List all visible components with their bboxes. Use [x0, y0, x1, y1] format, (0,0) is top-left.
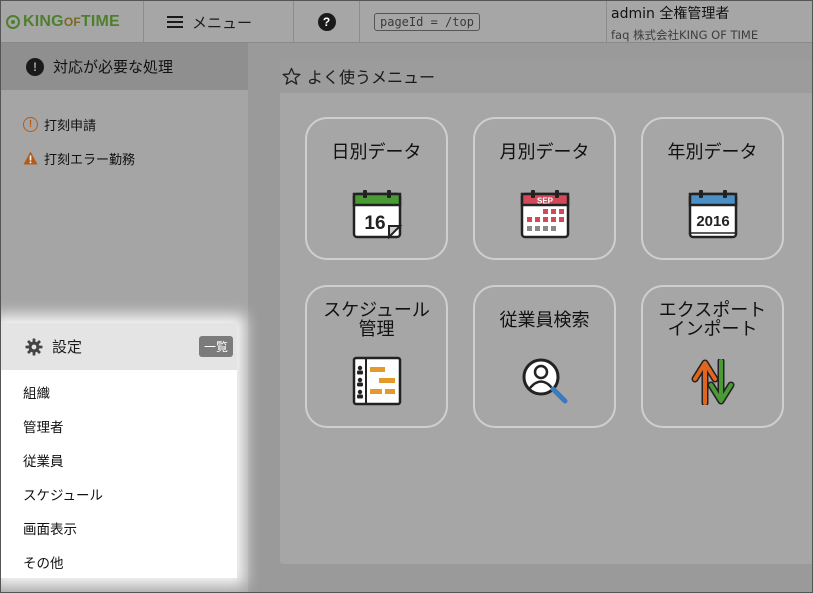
settings-item-other[interactable]: その他	[1, 545, 237, 579]
schedule-icon	[352, 356, 401, 406]
main-content: よく使うメニュー 日別データ 16 月別データ SEP 年別データ 2016 ス…	[280, 59, 812, 564]
section-header: よく使うメニュー	[280, 59, 812, 93]
calendar-year-icon: 2016	[688, 190, 737, 239]
settings-item-display[interactable]: 画面表示	[1, 511, 237, 545]
page-id-area: pageId = /top	[360, 1, 607, 43]
tile-label-line2: インポート	[667, 319, 758, 340]
svg-text:16: 16	[364, 213, 385, 234]
gear-icon	[25, 338, 43, 355]
notice-list: ! 打刻申請 打刻エラー勤務	[1, 107, 248, 175]
settings-item-employee[interactable]: 従業員	[1, 443, 237, 477]
tile-label: スケジュール 管理	[307, 301, 446, 339]
tile-monthly-data[interactable]: 月別データ SEP	[473, 117, 616, 260]
settings-header: 設定 一覧	[1, 323, 237, 370]
warning-triangle-icon	[23, 151, 38, 165]
user-name: admin 全権管理者	[611, 6, 730, 22]
tile-label: 従業員検索	[499, 310, 590, 331]
settings-title: 設定	[52, 338, 83, 356]
tile-label: エクスポート インポート	[643, 301, 782, 339]
tile-label: 年別データ	[667, 142, 758, 163]
app-window: KINGOFTIME メニュー ? pageId = /top admin 全権…	[0, 0, 813, 593]
user-company: faq 株式会社KING OF TIME	[611, 28, 759, 42]
sidebar: ! 対応が必要な処理 ! 打刻申請 打刻エラー勤務 設定 一覧 組織 管理者 従…	[1, 43, 248, 592]
svg-text:SEP: SEP	[536, 197, 553, 206]
tile-schedule-management[interactable]: スケジュール 管理	[305, 285, 448, 428]
tile-label-line1: エクスポート	[658, 300, 767, 321]
tile-label: 月別データ	[499, 142, 590, 163]
settings-list-button[interactable]: 一覧	[198, 336, 233, 357]
calendar-day-icon: 16	[352, 190, 402, 240]
settings-item-schedule[interactable]: スケジュール	[1, 477, 237, 511]
notice-item-label: 打刻申請	[44, 118, 97, 134]
menu-button[interactable]: メニュー	[144, 1, 294, 43]
tile-daily-data[interactable]: 日別データ 16	[305, 117, 448, 260]
tile-yearly-data[interactable]: 年別データ 2016	[641, 117, 784, 260]
help-button[interactable]: ?	[294, 1, 360, 43]
settings-item-organization[interactable]: 組織	[1, 375, 237, 409]
hamburger-icon	[167, 16, 183, 28]
settings-list: 組織 管理者 従業員 スケジュール 画面表示 その他	[1, 370, 237, 579]
notice-item-stamp-request[interactable]: ! 打刻申請	[1, 107, 248, 141]
user-info[interactable]: admin 全権管理者 faq 株式会社KING OF TIME	[607, 1, 812, 43]
settings-panel: 設定 一覧 組織 管理者 従業員 スケジュール 画面表示 その他	[1, 323, 237, 578]
top-header: KINGOFTIME メニュー ? pageId = /top admin 全権…	[1, 1, 812, 43]
warning-circle-icon: !	[23, 116, 38, 132]
logo-text: KINGOFTIME	[23, 13, 120, 30]
help-icon: ?	[317, 13, 336, 31]
section-title: よく使うメニュー	[307, 68, 436, 87]
calendar-month-icon: SEP	[520, 190, 569, 239]
tile-employee-search[interactable]: 従業員検索	[473, 285, 616, 428]
settings-item-administrator[interactable]: 管理者	[1, 409, 237, 443]
tile-label-line2: 管理	[358, 319, 395, 340]
employee-search-icon	[522, 358, 567, 404]
tile-label-line1: スケジュール	[323, 300, 430, 321]
page-id-badge: pageId = /top	[374, 13, 480, 31]
svg-text:2016: 2016	[696, 213, 729, 230]
notice-item-label: 打刻エラー勤務	[44, 152, 136, 168]
logo[interactable]: KINGOFTIME	[1, 1, 144, 43]
export-import-icon	[691, 359, 734, 405]
star-icon[interactable]	[282, 67, 301, 86]
menu-label: メニュー	[192, 13, 253, 32]
logo-icon	[6, 15, 20, 29]
notice-item-stamp-error[interactable]: 打刻エラー勤務	[1, 141, 248, 175]
tile-export-import[interactable]: エクスポート インポート	[641, 285, 784, 428]
notice-title: 対応が必要な処理	[53, 58, 174, 76]
notice-header: ! 対応が必要な処理	[1, 43, 248, 90]
tile-label: 日別データ	[331, 142, 422, 163]
exclamation-icon: !	[26, 57, 44, 76]
